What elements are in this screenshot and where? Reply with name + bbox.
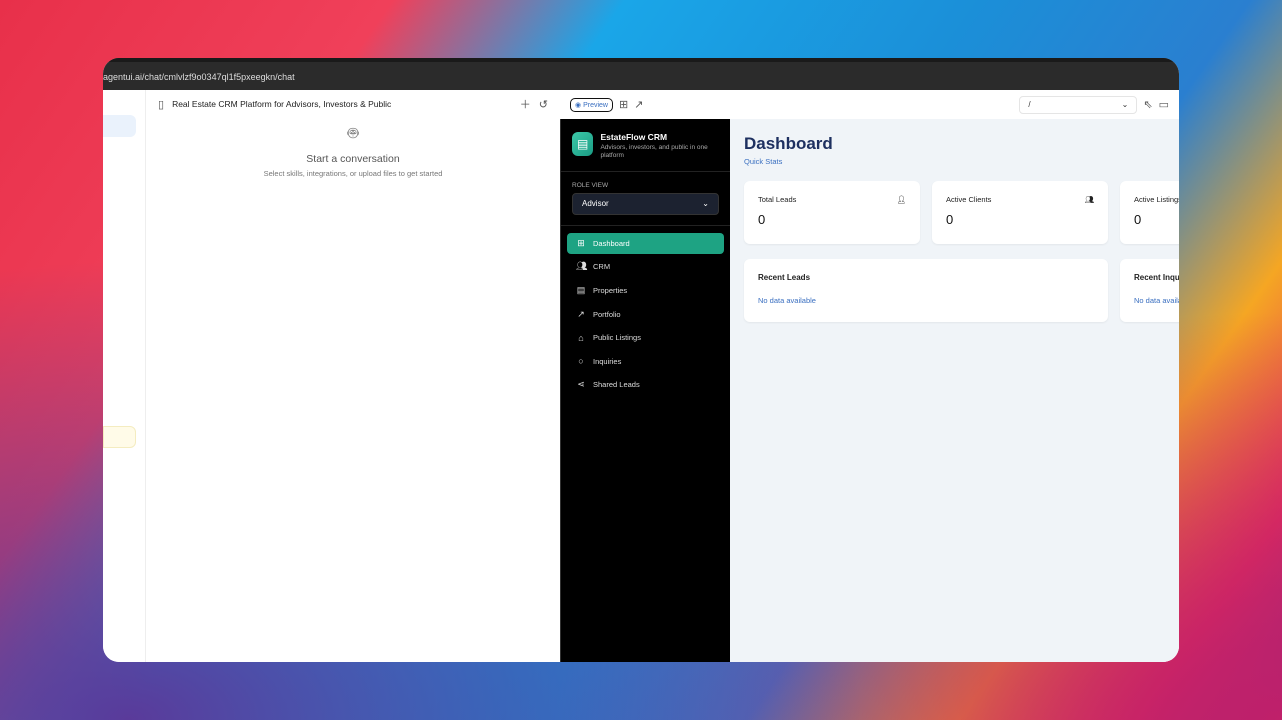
stat-value: 0 [758,212,766,227]
route-value: / [1028,99,1031,109]
stat-label: Total Leads [758,195,797,204]
role-value: Advisor [582,198,609,208]
app-sidebar: ▤ EstateFlow CRM Advisors, investors, and… [560,119,730,662]
external-link-icon[interactable]: ↗ [634,98,643,111]
preview-label: Preview [583,101,608,109]
preview-panel: ◉ Preview ⊞ ↗ / ⌄ ⇖ ▭ ▤ EstateFlow CRM Adv… [560,90,1179,662]
page-title: Dashboard [744,134,833,153]
stat-card-active-listings: Active Listings 0 [1120,181,1179,244]
stat-value: 0 [1134,212,1142,227]
role-select[interactable]: Advisor ⌄ [572,192,719,215]
cursor-icon[interactable]: ⇖ [1143,98,1152,111]
empty-title: Start a conversation [306,153,400,165]
sidebar-item-portfolio[interactable]: ↗ Portfolio [567,304,724,325]
stat-label: Active Clients [946,195,992,204]
chat-panel: ▯ Real Estate CRM Platform for Advisors,… [146,90,560,662]
sidebar-item-label: CRM [593,262,611,272]
users-icon: 👥︎ [576,261,588,272]
empty-text: No data available [758,296,816,305]
sidebar-item-public-listings[interactable]: ⌂ Public Listings [567,327,724,348]
sidebar-item-properties[interactable]: ▤ Properties [567,280,724,301]
stat-value: 0 [946,212,954,227]
sidebar-item-label: Properties [593,286,628,296]
chat-title: Real Estate CRM Platform for Advisors, I… [172,99,392,109]
sidebar-toggle-icon[interactable]: ▯ [158,98,164,111]
sidebar-item-label: Shared Leads [593,380,640,390]
sidebar-item-crm[interactable]: 👥︎ CRM [567,256,724,277]
app-name: EstateFlow CRM [600,132,668,142]
rail-item[interactable] [103,115,136,137]
stat-card-total-leads: Total Leads 👤︎ 0 [744,181,920,244]
role-label: ROLE VIEW [572,181,609,189]
url-text[interactable]: agentui.ai/chat/cmlvlzf9o0347ql1f5pxeegk… [103,72,295,82]
page-subtitle: Quick Stats [744,157,783,166]
stat-card-active-clients: Active Clients 👥︎ 0 [932,181,1108,244]
monitor-icon[interactable]: ▭ [1159,98,1169,111]
sidebar-item-label: Inquiries [593,356,622,366]
grid-icon[interactable]: ⊞ [619,98,628,111]
sidebar-item-shared-leads[interactable]: ⋖ Shared Leads [567,374,724,395]
preview-button[interactable]: ◉ Preview [570,97,613,112]
building-logo-icon: ▤ [572,132,594,156]
users-icon: 👥︎ [1084,195,1094,204]
building-icon: ▤ [576,285,586,296]
sidebar-item-label: Dashboard [593,238,630,248]
rail-item[interactable] [103,426,136,448]
browser-window: agentui.ai/chat/cmlvlzf9o0347ql1f5pxeegk… [103,58,1179,662]
left-rail [103,90,146,662]
dashboard-main: Dashboard Quick Stats Total Leads 👤︎ 0 Act… [730,119,1179,662]
share-icon: ⋖ [577,379,585,390]
home-icon: ⌂ [578,332,584,343]
panel-title: Recent Inquiries [1134,273,1179,282]
bot-icon: 🤖︎ [347,123,359,143]
new-chat-icon[interactable]: ＋ [520,96,531,112]
grid-icon: ⊞ [577,237,585,248]
message-icon: ○ [578,356,584,367]
sidebar-item-label: Public Listings [593,333,641,343]
panel-title: Recent Leads [758,273,811,282]
sidebar-item-inquiries[interactable]: ○ Inquiries [567,351,724,372]
sidebar-item-dashboard[interactable]: ⊞ Dashboard [567,232,724,254]
empty-subtitle: Select skills, integrations, or upload f… [263,169,443,178]
recent-inquiries-panel: Recent Inquiries No data available [1120,259,1179,322]
user-plus-icon: 👤︎ [896,195,906,204]
app-tagline: Advisors, investors, and public in one p… [600,144,708,160]
recent-leads-panel: Recent Leads No data available [744,259,1108,322]
route-select[interactable]: / ⌄ [1019,95,1138,114]
sidebar-item-label: Portfolio [593,309,621,319]
chevron-down-icon: ⌄ [702,198,709,208]
stat-label: Active Listings [1134,195,1179,204]
chevron-down-icon: ⌄ [1121,99,1129,109]
trending-up-icon: ↗ [577,308,585,319]
history-icon[interactable]: ↺ [539,98,548,111]
address-bar[interactable]: agentui.ai/chat/cmlvlzf9o0347ql1f5pxeegk… [103,58,1179,90]
empty-text: No data available [1134,296,1179,305]
